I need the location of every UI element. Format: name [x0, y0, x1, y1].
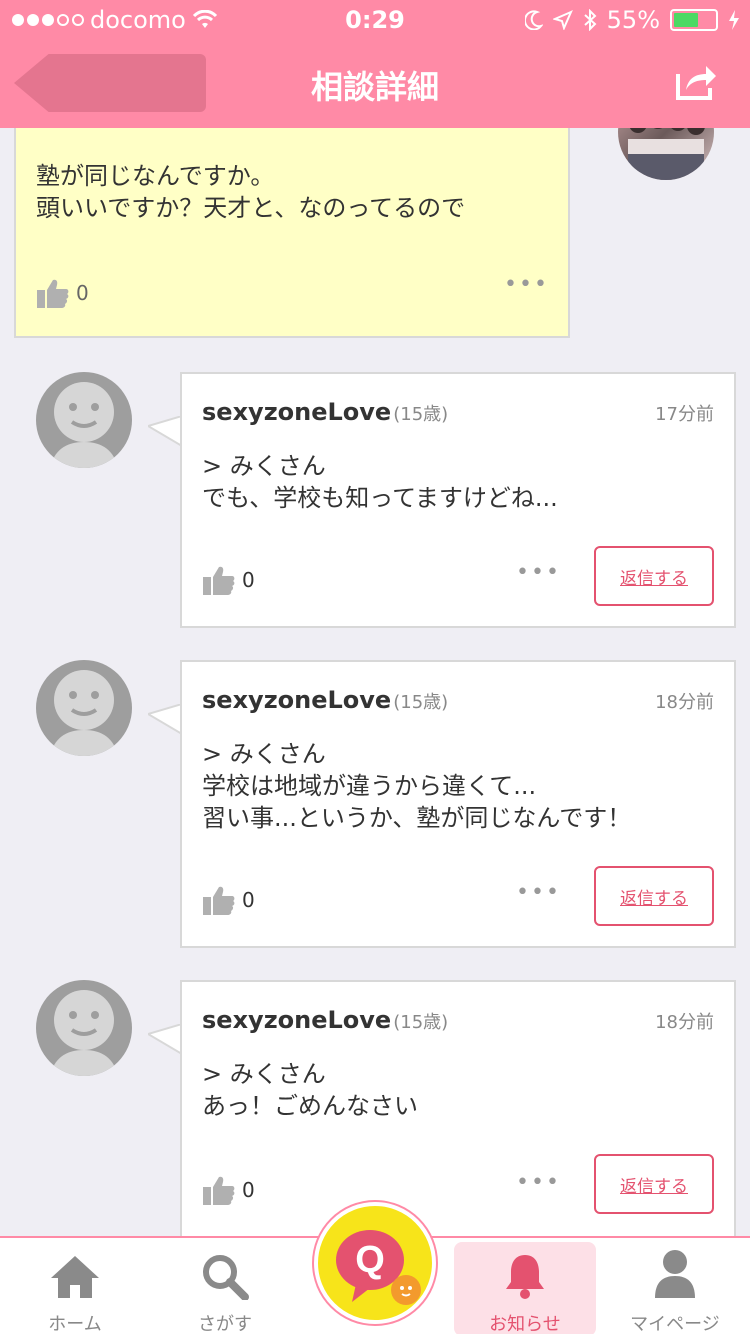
tab-search[interactable]: さがす [150, 1238, 300, 1334]
thumbs-up-icon [203, 1176, 235, 1205]
app-header: docomo 0:29 55% 相談詳細 [0, 0, 750, 128]
more-options-button[interactable]: ••• [504, 272, 549, 297]
reply-card: sexyzoneLove (15歳) 18分前 > みくさん あっ！ごめんなさい … [180, 980, 736, 1238]
like-count: 0 [76, 281, 89, 305]
reply-text: > みくさん 学校は地域が違うから違くて... 習い事...というか、塾が同じな… [202, 740, 632, 832]
reply-text: > みくさん でも、学校も知ってますけどね... [202, 452, 558, 512]
user-age: (15歳) [393, 1012, 449, 1033]
like-button[interactable]: 0 [202, 1174, 255, 1206]
charging-icon [729, 10, 739, 30]
post-text: 塾が同じなんですか。 頭いいですか？天才と、なのってるので [36, 162, 466, 222]
reply-button[interactable]: 返信する [594, 546, 714, 606]
thumbs-up-icon [203, 886, 235, 915]
user-age: (15歳) [393, 404, 449, 425]
thumbs-up-icon [37, 279, 69, 308]
highlighted-post-card: 塾が同じなんですか。 頭いいですか？天才と、なのってるので 0 ••• [14, 110, 570, 338]
tab-home[interactable]: ホーム [0, 1238, 150, 1334]
reply-button[interactable]: 返信する [594, 1154, 714, 1214]
username[interactable]: sexyzoneLove [202, 686, 391, 714]
home-icon [51, 1256, 99, 1298]
user-age: (15歳) [393, 692, 449, 713]
default-user-icon [50, 670, 118, 756]
post-time: 17分前 [655, 404, 714, 425]
search-icon [203, 1255, 249, 1300]
more-options-button[interactable]: ••• [516, 880, 561, 905]
bluetooth-icon [583, 9, 597, 31]
avatar[interactable] [36, 980, 132, 1076]
post-time: 18分前 [655, 1012, 714, 1033]
reply-card: sexyzoneLove (15歳) 18分前 > みくさん 学校は地域が違うから… [180, 660, 736, 948]
tab-mypage[interactable]: マイページ [600, 1238, 750, 1334]
default-user-icon [50, 990, 118, 1076]
page-title: 相談詳細 [310, 68, 439, 106]
speech-bubble-tail [148, 704, 182, 734]
username[interactable]: sexyzoneLove [202, 1006, 391, 1034]
avatar[interactable] [36, 372, 132, 468]
status-bar: docomo 0:29 55% [0, 0, 750, 40]
username[interactable]: sexyzoneLove [202, 398, 391, 426]
moon-icon [524, 10, 543, 30]
like-count: 0 [242, 888, 255, 912]
battery-percent: 55% [606, 6, 660, 34]
thumbs-up-icon [203, 566, 235, 595]
question-bubble-icon: Q [336, 1230, 421, 1305]
reply-card: sexyzoneLove (15歳) 17分前 > みくさん でも、学校も知ってま… [180, 372, 736, 628]
tab-notifications[interactable]: お知らせ [454, 1242, 596, 1334]
like-button[interactable]: 0 [36, 277, 89, 309]
avatar[interactable] [36, 660, 132, 756]
post-time: 18分前 [655, 692, 714, 713]
more-options-button[interactable]: ••• [516, 1170, 561, 1195]
share-icon[interactable] [674, 62, 718, 102]
bell-icon [506, 1255, 544, 1299]
speech-bubble-tail [148, 416, 182, 446]
like-count: 0 [242, 568, 255, 592]
more-options-button[interactable]: ••• [516, 560, 561, 585]
like-button[interactable]: 0 [202, 564, 255, 596]
speech-bubble-tail [148, 1024, 182, 1054]
battery-icon [670, 9, 718, 31]
user-icon [655, 1250, 695, 1298]
default-user-icon [50, 382, 118, 468]
location-arrow-icon [552, 10, 573, 30]
like-button[interactable]: 0 [202, 884, 255, 916]
reply-text: > みくさん あっ！ごめんなさい [202, 1060, 418, 1120]
svg-text:Q: Q [355, 1239, 385, 1281]
like-count: 0 [242, 1178, 255, 1202]
reply-button[interactable]: 返信する [594, 866, 714, 926]
ask-question-button[interactable]: Q [314, 1202, 436, 1324]
